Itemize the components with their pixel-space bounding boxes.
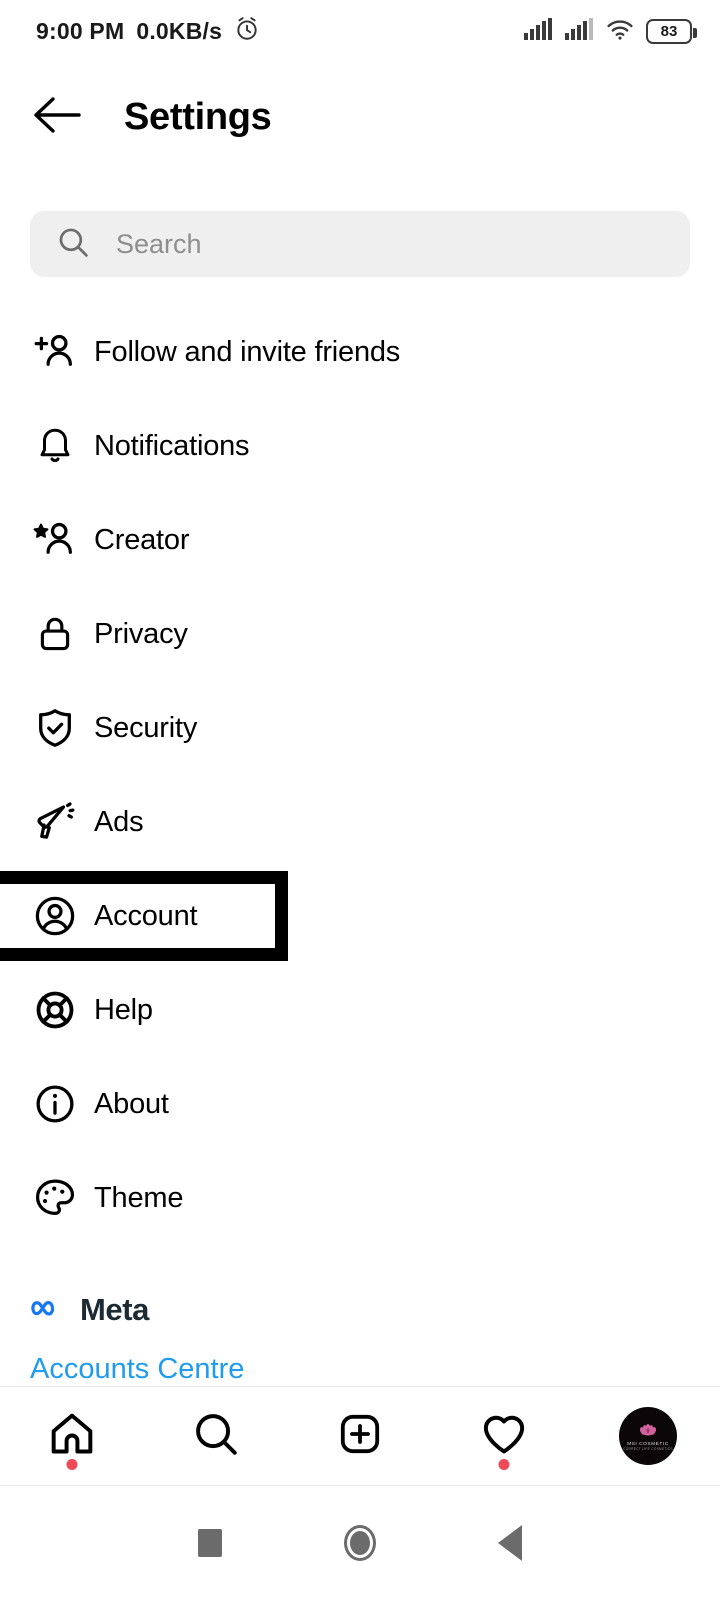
bell-icon bbox=[32, 423, 78, 469]
status-bar-left: 9:00 PM 0.0KB/s bbox=[36, 16, 260, 47]
meta-infinity-icon bbox=[30, 1294, 70, 1327]
settings-item-label: Ads bbox=[94, 805, 144, 838]
search-icon bbox=[191, 1409, 241, 1464]
square-icon bbox=[198, 1529, 222, 1557]
flower-logo-icon bbox=[639, 1423, 657, 1436]
home-badge-dot bbox=[66, 1458, 78, 1470]
activity-badge-dot bbox=[498, 1458, 510, 1470]
shield-check-icon bbox=[32, 705, 78, 751]
settings-list: Follow and invite friends Notifications bbox=[0, 305, 720, 1245]
settings-item-label: Creator bbox=[94, 523, 190, 556]
search-input[interactable]: Search bbox=[30, 211, 690, 277]
settings-item-label: Help bbox=[94, 993, 153, 1026]
settings-item-label: Notifications bbox=[94, 429, 250, 462]
avatar: MSI COSMETIC CORRECT LIFE COSMETICS bbox=[619, 1407, 677, 1465]
status-bar-right: 83 bbox=[523, 17, 697, 46]
settings-item-account[interactable]: Account bbox=[0, 869, 720, 963]
avatar-brand-text: MSI COSMETIC bbox=[627, 1441, 669, 1447]
nav-item-activity[interactable] bbox=[432, 1387, 576, 1486]
battery-level-text: 83 bbox=[660, 22, 678, 40]
home-icon bbox=[47, 1409, 97, 1464]
settings-item-label: Theme bbox=[94, 1181, 184, 1214]
settings-item-creator[interactable]: Creator bbox=[0, 493, 720, 587]
settings-item-label: Account bbox=[94, 899, 198, 932]
bottom-navigation-bar: MSI COSMETIC CORRECT LIFE COSMETICS bbox=[0, 1386, 720, 1485]
nav-item-home[interactable] bbox=[0, 1387, 144, 1486]
palette-icon bbox=[32, 1175, 78, 1221]
signal-bars-icon bbox=[523, 17, 553, 46]
wifi-icon bbox=[605, 17, 635, 46]
info-circle-icon bbox=[32, 1081, 78, 1127]
android-system-nav bbox=[0, 1485, 720, 1600]
settings-item-security[interactable]: Security bbox=[0, 681, 720, 775]
back-arrow-icon bbox=[31, 94, 83, 141]
battery-indicator: 83 bbox=[646, 18, 697, 44]
triangle-back-icon bbox=[498, 1525, 522, 1561]
settings-item-label: Security bbox=[94, 711, 198, 744]
settings-item-theme[interactable]: Theme bbox=[0, 1151, 720, 1245]
settings-item-help[interactable]: Help bbox=[0, 963, 720, 1057]
status-bar-network-speed: 0.0KB/s bbox=[136, 17, 223, 44]
app-header: Settings bbox=[0, 62, 720, 172]
meta-footer: Meta Accounts Centre bbox=[30, 1292, 244, 1386]
home-button[interactable] bbox=[285, 1486, 435, 1600]
accounts-centre-link[interactable]: Accounts Centre bbox=[30, 1353, 244, 1386]
back-button[interactable] bbox=[14, 74, 100, 160]
settings-item-privacy[interactable]: Privacy bbox=[0, 587, 720, 681]
status-bar-clock: 9:00 PM bbox=[36, 17, 125, 44]
search-icon bbox=[56, 225, 90, 264]
alarm-clock-icon bbox=[234, 16, 260, 47]
settings-item-label: Follow and invite friends bbox=[94, 335, 401, 368]
nav-item-search[interactable] bbox=[144, 1387, 288, 1486]
meta-brand-label: Meta bbox=[80, 1292, 150, 1327]
recents-button[interactable] bbox=[135, 1486, 285, 1600]
circle-icon bbox=[344, 1525, 376, 1561]
settings-item-label: Privacy bbox=[94, 617, 188, 650]
lock-icon bbox=[32, 611, 78, 657]
person-star-icon bbox=[32, 517, 78, 563]
settings-item-label: About bbox=[94, 1087, 169, 1120]
account-circle-icon bbox=[32, 893, 78, 939]
avatar-brand-subtext: CORRECT LIFE COSMETICS bbox=[623, 1447, 673, 1452]
settings-item-about[interactable]: About bbox=[0, 1057, 720, 1151]
nav-item-profile[interactable]: MSI COSMETIC CORRECT LIFE COSMETICS bbox=[576, 1387, 720, 1486]
instagram-settings-screen: 9:00 PM 0.0KB/s 83 Settings Search Follo… bbox=[0, 0, 720, 1600]
search-placeholder: Search bbox=[116, 228, 202, 259]
signal-bars-icon bbox=[564, 17, 594, 46]
page-title: Settings bbox=[124, 95, 272, 138]
back-button-system[interactable] bbox=[435, 1486, 585, 1600]
plus-square-icon bbox=[336, 1410, 384, 1463]
megaphone-icon bbox=[32, 799, 78, 845]
heart-icon bbox=[479, 1409, 529, 1464]
person-add-icon bbox=[32, 329, 78, 375]
settings-item-follow-and-invite-friends[interactable]: Follow and invite friends bbox=[0, 305, 720, 399]
life-ring-icon bbox=[32, 987, 78, 1033]
nav-item-create[interactable] bbox=[288, 1387, 432, 1486]
settings-item-ads[interactable]: Ads bbox=[0, 775, 720, 869]
status-bar: 9:00 PM 0.0KB/s 83 bbox=[0, 0, 720, 62]
meta-brand-row: Meta bbox=[30, 1292, 244, 1328]
settings-item-notifications[interactable]: Notifications bbox=[0, 399, 720, 493]
